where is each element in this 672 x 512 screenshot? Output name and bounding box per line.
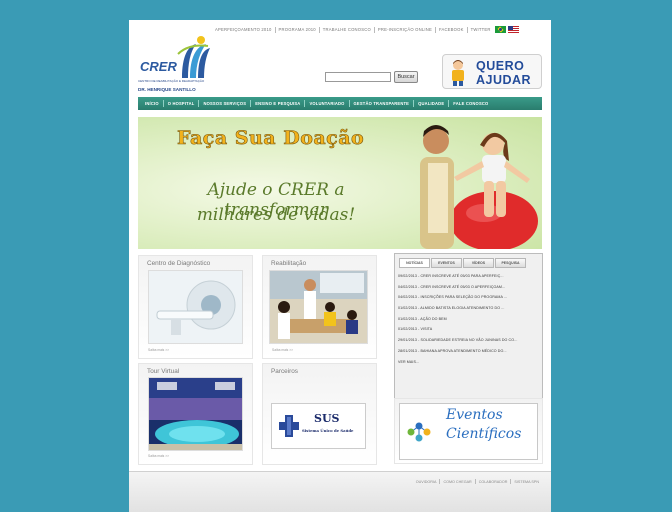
diagnostico-title: Centro de Diagnóstico	[147, 260, 211, 267]
footer-link-colaborador[interactable]: COLABORADOR	[476, 480, 511, 484]
tab-noticias[interactable]: NOTÍCIAS	[399, 258, 430, 268]
reabilitacao-image	[269, 270, 368, 344]
reabilitacao-title: Reabilitação	[271, 260, 307, 267]
eventos-cientificos-banner[interactable]: Eventos Científicos	[394, 398, 543, 464]
divider	[466, 26, 468, 33]
divider	[434, 26, 436, 33]
nav-item-ensino-pesquisa[interactable]: ENSINO E PESQUISA	[251, 101, 304, 106]
news-list: 09/02/2013 - CRER INSCREVE ATÉ 05/03 PAR…	[398, 271, 540, 367]
news-item[interactable]: 01/02/2013 - ALMIDO BATISTA ELOGIA ATEND…	[398, 303, 540, 314]
ajudar-label: AJUDAR	[476, 73, 532, 87]
top-link-twitter[interactable]: TWITTER	[469, 27, 493, 32]
news-item[interactable]: 29/01/2013 - SOLIDARIEDADE ESTREIA NO VÃ…	[398, 335, 540, 346]
search-input[interactable]	[325, 72, 391, 82]
news-item[interactable]: 04/02/2013 - CRER INSCREVE ATÉ 05/03 O A…	[398, 282, 540, 293]
eventos-line-1: Eventos	[446, 407, 503, 423]
sus-name: SUS	[314, 412, 340, 425]
sus-cross-icon	[279, 415, 299, 437]
footer-link-como-chegar[interactable]: COMO CHEGAR	[440, 480, 474, 484]
banner-headline: Faça Sua Doação	[177, 127, 365, 150]
footer: OUVIDORIA COMO CHEGAR COLABORADOR SISTEM…	[129, 471, 551, 512]
tour-virtual-box[interactable]: Tour Virtual Saiba mais >>	[138, 363, 253, 465]
eventos-line-2: Científicos	[446, 426, 522, 442]
parceiros-box[interactable]: Parceiros SUS Sistema Único de Saúde	[262, 363, 377, 465]
tour-virtual-title: Tour Virtual	[147, 368, 180, 375]
nav-item-qualidade[interactable]: QUALIDADE	[414, 101, 448, 106]
nav-item-fale-conosco[interactable]: FALE CONOSCO	[449, 101, 492, 106]
crer-logo[interactable]: CRER CENTRO DE REABILITAÇÃO E READAPTAÇÃ…	[138, 34, 228, 92]
quero-ajudar-button[interactable]: QUERO AJUDAR	[442, 54, 542, 89]
footer-link-ouvidoria[interactable]: OUVIDORIA	[413, 480, 440, 484]
usa-flag-icon[interactable]	[507, 26, 519, 33]
banner-line-2: milhares de vidas!	[196, 205, 356, 225]
news-item[interactable]: 09/02/2013 - CRER INSCREVE ATÉ 05/03 PAR…	[398, 271, 540, 282]
nav-item-voluntariado[interactable]: VOLUNTARIADO	[305, 101, 348, 106]
reabilitacao-more-link[interactable]: Saiba mais >>	[272, 348, 293, 352]
sus-subtitle: Sistema Único de Saúde	[302, 428, 354, 433]
divider	[373, 26, 375, 33]
diagnostico-box[interactable]: Centro de Diagnóstico Saiba mais >>	[138, 255, 253, 359]
molecule-icon	[407, 422, 431, 442]
logo-subtitle: CENTRO DE REABILITAÇÃO E READAPTAÇÃO	[138, 79, 205, 83]
sus-logo[interactable]: SUS Sistema Único de Saúde	[271, 403, 366, 449]
diagnostico-image	[148, 270, 243, 344]
news-item[interactable]: 04/02/2013 - INSCRIÇÕES PARA SELEÇÃO DO …	[398, 292, 540, 303]
divider	[318, 26, 320, 33]
top-link-aperfeicoamento[interactable]: APERFEIÇOAMENTO 2010	[213, 27, 274, 32]
doctor-child-image	[420, 125, 538, 249]
tab-pesquisa[interactable]: PESQUISA	[495, 258, 526, 268]
news-panel: NOTÍCIAS EVENTOS VÍDEOS PESQUISA 09/02/2…	[394, 253, 543, 413]
top-link-programa[interactable]: PROGRAMA 2010	[277, 27, 318, 32]
tour-virtual-more-link[interactable]: Saiba mais >>	[148, 454, 169, 458]
top-link-facebook[interactable]: FACEBOOK	[437, 27, 466, 32]
tab-eventos[interactable]: EVENTOS	[431, 258, 462, 268]
eventos-inner: Eventos Científicos	[399, 403, 538, 460]
top-link-pre-inscricao[interactable]: PRE-INSCRIÇÃO ONLINE	[376, 27, 434, 32]
nav-item-gestao-transparente[interactable]: GESTÃO TRANSPARENTE	[350, 101, 414, 106]
nav-item-nossos-servicos[interactable]: NOSSOS SERVIÇOS	[199, 101, 250, 106]
news-more-link[interactable]: VER MAIS...	[398, 357, 540, 368]
news-item[interactable]: 01/02/2013 - VISITA	[398, 324, 540, 335]
news-item[interactable]: 01/02/2013 - AÇÃO DO BEM	[398, 314, 540, 325]
divider	[274, 26, 276, 33]
diagnostico-more-link[interactable]: Saiba mais >>	[148, 348, 169, 352]
crer-logo-icon: CRER	[140, 36, 210, 78]
parceiros-title: Parceiros	[271, 368, 298, 375]
footer-link-sistema-spn[interactable]: SISTEMA SPN	[511, 480, 542, 484]
news-tabs: NOTÍCIAS EVENTOS VÍDEOS PESQUISA	[399, 258, 527, 268]
top-links: APERFEIÇOAMENTO 2010 PROGRAMA 2010 TRABA…	[213, 25, 519, 34]
news-item[interactable]: 28/01/2013 - BAHIANA APROVA ATENDIMENTO …	[398, 346, 540, 357]
search-button[interactable]: Buscar	[394, 71, 418, 83]
page-container: APERFEIÇOAMENTO 2010 PROGRAMA 2010 TRABA…	[129, 20, 551, 512]
child-icon	[452, 60, 464, 86]
quero-label: QUERO	[476, 59, 525, 73]
reabilitacao-box[interactable]: Reabilitação Saiba mais >>	[262, 255, 377, 359]
pool-image	[148, 377, 243, 451]
logo-acronym: CRER	[140, 59, 177, 74]
main-nav: INÍCIO O HOSPITAL NOSSOS SERVIÇOS ENSINO…	[138, 97, 542, 110]
nav-item-inicio[interactable]: INÍCIO	[141, 101, 163, 106]
logo-name: DR. HENRIQUE SANTILLO	[138, 87, 196, 92]
tab-videos[interactable]: VÍDEOS	[463, 258, 494, 268]
donation-banner[interactable]: Faça Sua Doação Ajude o CRER a transform…	[138, 117, 542, 249]
brazil-flag-icon[interactable]	[494, 26, 506, 33]
footer-links: OUVIDORIA COMO CHEGAR COLABORADOR SISTEM…	[413, 479, 542, 484]
top-link-trabalhe-conosco[interactable]: TRABALHE CONOSCO	[321, 27, 373, 32]
nav-item-o-hospital[interactable]: O HOSPITAL	[164, 101, 199, 106]
